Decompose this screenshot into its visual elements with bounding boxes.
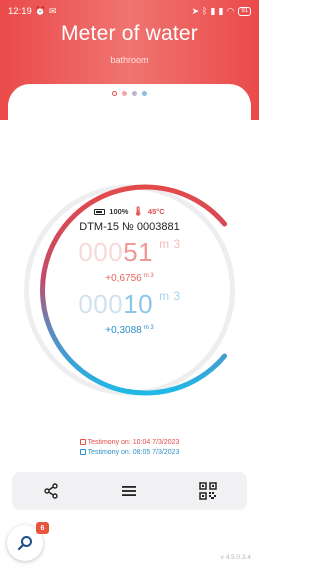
status-time: 12:19 [8, 5, 32, 17]
cold-testimony-text: Testimony on: 08:05 7/3/2023 [87, 449, 180, 456]
page-dot-1[interactable] [112, 91, 117, 96]
menu-button[interactable] [114, 476, 144, 506]
location-icon: ➤ [191, 5, 200, 16]
calendar-icon [79, 449, 86, 455]
qr-code-button[interactable] [193, 476, 223, 506]
hot-delta-unit: m [143, 273, 149, 279]
cold-testimony: Testimony on: 08:05 7/3/2023 [0, 449, 259, 456]
wifi-icon: ◠ [226, 5, 235, 16]
cold-water-reading: 00010 m 3 [0, 289, 259, 320]
share-icon [44, 483, 58, 499]
hot-reading-unit: m [159, 237, 170, 251]
notification-badge: 6 [36, 522, 49, 534]
qr-code-icon [199, 482, 217, 500]
page-dot-4[interactable] [142, 91, 147, 96]
page-indicator [0, 91, 259, 99]
status-bar: 12:19 ⏰ ✉ ➤ ᛒ ▮ ▮ ◠ 91 [0, 0, 259, 22]
temperature-value: 45°C [147, 207, 165, 216]
app-version: v 4.5.0.3.4 [220, 554, 251, 561]
page-dot-2[interactable] [122, 91, 127, 96]
battery-level: 100% [109, 207, 129, 216]
page-dot-3[interactable] [132, 91, 137, 96]
thermometer-icon: 🌡 [132, 206, 144, 216]
hot-delta-value: +0,6756 [105, 273, 142, 284]
hot-water-delta: +0,6756 m 3 [0, 273, 259, 284]
device-id: DTM-15 № 0003881 [79, 221, 180, 233]
battery-status-icon: 91 [238, 6, 251, 16]
calendar-icon [79, 439, 86, 445]
page-subtitle: bathroom [110, 55, 149, 65]
hot-reading-unit-exp: 3 [173, 237, 181, 251]
search-icon [17, 536, 32, 551]
hot-water-reading: 00051 m 3 [0, 237, 259, 268]
cold-delta-value: +0,3088 [105, 325, 142, 336]
signal-icon-2: ▮ [218, 5, 224, 16]
hot-testimony: Testimony on: 10:04 7/3/2023 [0, 439, 259, 446]
cold-reading-unit: m [159, 289, 170, 303]
bluetooth-icon: ᛒ [202, 5, 208, 16]
hot-reading-value: 51 [123, 237, 154, 267]
signal-icon: ▮ [210, 5, 216, 16]
cold-water-delta: +0,3088 m 3 [0, 325, 259, 336]
battery-icon [94, 208, 106, 215]
cold-delta-unit: m [143, 325, 149, 331]
hot-delta-unit-exp: 3 [150, 273, 154, 279]
page-title: Meter of water [60, 22, 198, 45]
cold-reading-value: 10 [123, 289, 154, 319]
cold-reading-prefix: 000 [78, 289, 124, 319]
cold-reading-unit-exp: 3 [173, 289, 181, 303]
hot-testimony-text: Testimony on: 10:04 7/3/2023 [87, 439, 180, 446]
menu-icon [122, 486, 137, 496]
bottom-toolbar [12, 472, 247, 510]
meter-status-row: 100% 🌡 45°C [0, 206, 259, 217]
share-button[interactable] [36, 476, 66, 506]
hot-reading-prefix: 000 [78, 237, 124, 267]
cold-delta-unit-exp: 3 [150, 325, 154, 331]
notification-icon: ✉ [49, 5, 57, 16]
alarm-icon: ⏰ [34, 5, 46, 16]
